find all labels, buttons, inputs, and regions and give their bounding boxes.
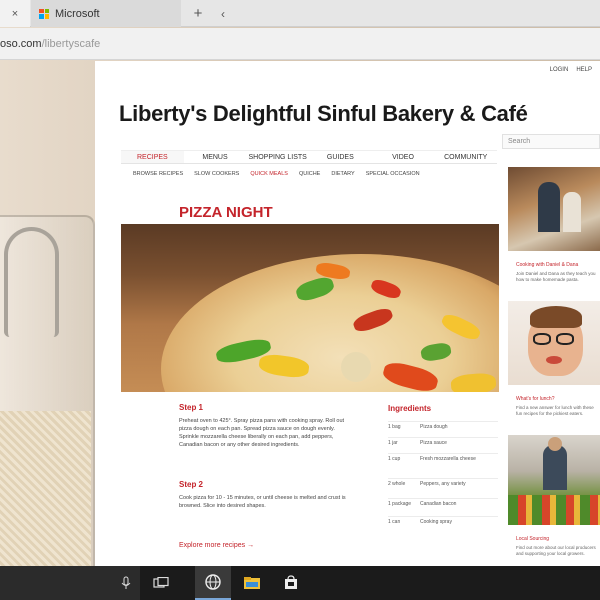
tab-list-button[interactable]: ‹ xyxy=(214,0,232,27)
step1-text: Preheat oven to 425°. Spray pizza pans w… xyxy=(179,418,345,448)
ingredient-row: 1 cup Fresh mozzarella cheese xyxy=(388,453,498,462)
explore-more-recipes-link[interactable]: Explore more recipes → xyxy=(179,542,254,549)
ingredient-row: 1 bag Pizza dough xyxy=(388,421,498,430)
nav-guides[interactable]: GUIDES xyxy=(309,151,372,163)
main-nav: RECIPES MENUS SHOPPING LISTS GUIDES VIDE… xyxy=(121,150,497,164)
sub-nav: BROWSE RECIPES SLOW COOKERS QUICK MEALS … xyxy=(133,171,420,177)
subnav-slow-cookers[interactable]: SLOW COOKERS xyxy=(194,171,239,177)
sidebar-caption-2[interactable]: What's for lunch? xyxy=(516,396,554,402)
sidebar-text-1: Join Daniel and Dana as they teach you h… xyxy=(516,271,596,282)
subnav-quick-meals[interactable]: QUICK MEALS xyxy=(250,171,288,177)
search-input[interactable]: Search xyxy=(502,134,600,149)
cooking-class-photo[interactable] xyxy=(508,167,600,251)
local-market-photo[interactable] xyxy=(508,435,600,525)
file-explorer-icon[interactable] xyxy=(234,566,270,600)
web-page: LOGIN HELP Liberty's Delightful Sinful B… xyxy=(95,61,600,566)
child-eating-photo[interactable] xyxy=(508,301,600,385)
nav-community[interactable]: COMMUNITY xyxy=(434,151,497,163)
url-text[interactable]: oso.com/libertyscafe xyxy=(0,38,100,50)
site-title: Liberty's Delightful Sinful Bakery & Caf… xyxy=(119,101,528,126)
subnav-quiche[interactable]: QUICHE xyxy=(299,171,320,177)
tab-current[interactable]: × xyxy=(0,0,30,27)
edge-browser-icon[interactable] xyxy=(195,566,231,600)
sidebar-text-3: Find out more about our local producers … xyxy=(516,545,596,556)
tab-microsoft[interactable]: Microsoft xyxy=(31,0,181,27)
browser-tab-strip: × Microsoft + ‹ xyxy=(0,0,600,27)
recipe-title: PIZZA NIGHT xyxy=(179,204,273,221)
subnav-special-occasion[interactable]: SPECIAL OCCASION xyxy=(366,171,420,177)
step2-text: Cook pizza for 10 - 15 minutes, or until… xyxy=(179,495,346,509)
subnav-browse-recipes[interactable]: BROWSE RECIPES xyxy=(133,171,183,177)
ingredient-row: 1 jar Pizza sauce xyxy=(388,437,498,446)
task-view-icon[interactable] xyxy=(143,566,179,600)
nav-video[interactable]: VIDEO xyxy=(372,151,435,163)
url-path: /libertyscafe xyxy=(41,37,101,50)
close-tab-icon[interactable]: × xyxy=(12,8,18,20)
ingredients-heading: Ingredients xyxy=(388,404,432,413)
store-icon[interactable] xyxy=(273,566,309,600)
ingredient-row: 2 whole Peppers, any variety xyxy=(388,478,498,487)
step2-heading: Step 2 xyxy=(179,480,204,489)
help-link[interactable]: HELP xyxy=(576,67,592,73)
sidebar-caption-3[interactable]: Local Sourcing xyxy=(516,536,549,542)
jar-image xyxy=(0,215,95,575)
tab-label: Microsoft xyxy=(55,7,100,20)
nav-shopping-lists[interactable]: SHOPPING LISTS xyxy=(246,151,309,163)
ingredient-row: 1 package Canadian bacon xyxy=(388,498,498,507)
pizza-photo xyxy=(121,224,499,392)
login-link[interactable]: LOGIN xyxy=(550,67,569,73)
microsoft-logo-icon xyxy=(39,8,49,19)
nav-menus[interactable]: MENUS xyxy=(184,151,247,163)
address-bar[interactable]: oso.com/libertyscafe xyxy=(0,28,600,60)
url-host: oso.com xyxy=(0,37,42,50)
top-links: LOGIN HELP xyxy=(550,67,592,73)
subnav-dietary[interactable]: DIETARY xyxy=(331,171,354,177)
taskbar xyxy=(0,566,600,600)
nav-recipes[interactable]: RECIPES xyxy=(121,151,184,163)
microphone-icon[interactable] xyxy=(108,566,144,600)
step1-heading: Step 1 xyxy=(179,403,204,412)
ingredient-row: 1 can Cooking spray xyxy=(388,516,498,525)
sidebar-caption-1[interactable]: Cooking with Daniel & Dana xyxy=(516,262,578,268)
sidebar-text-2: Find a new answer for lunch with these f… xyxy=(516,405,594,416)
new-tab-button[interactable]: + xyxy=(188,0,208,27)
